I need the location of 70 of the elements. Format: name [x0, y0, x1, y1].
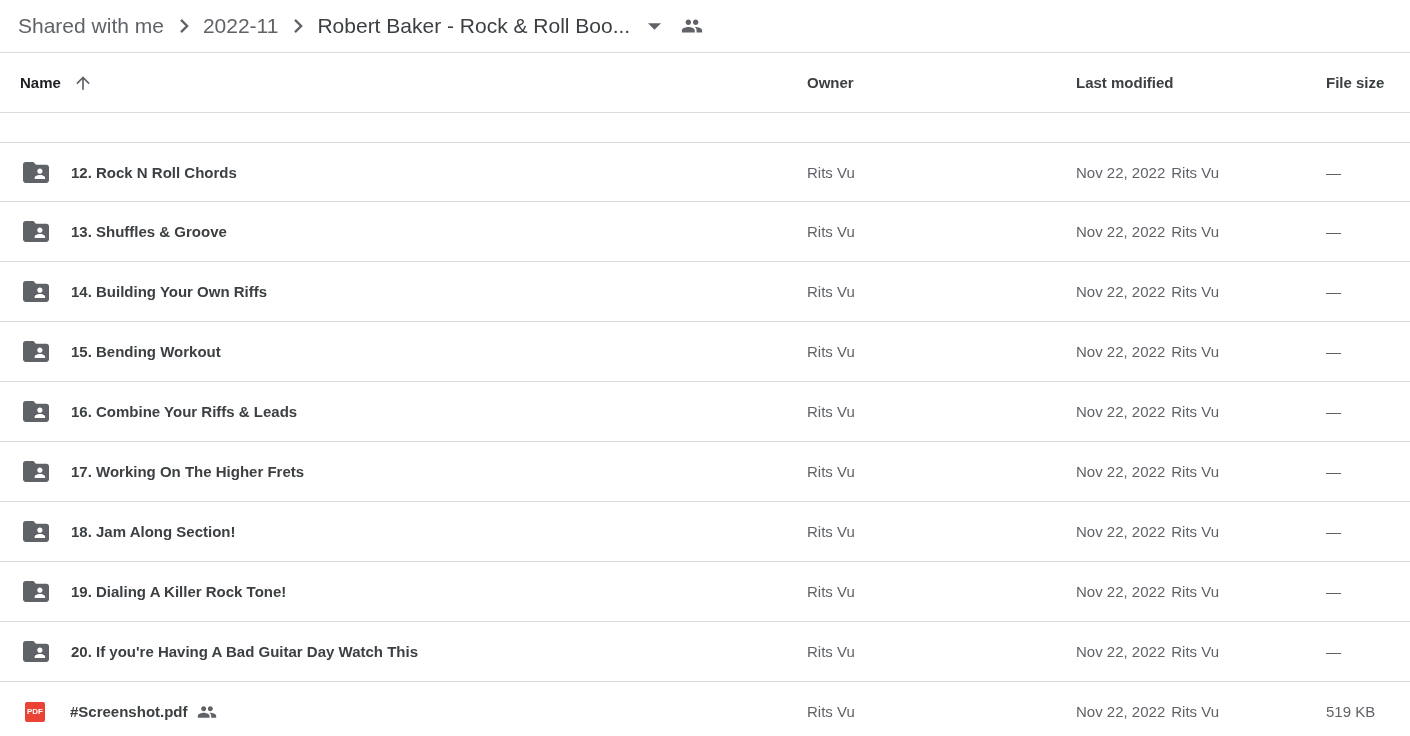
- modified-date: Nov 22, 2022: [1076, 523, 1166, 540]
- modified-date: Nov 22, 2022: [1076, 403, 1166, 420]
- modified-by: Rits Vu: [1171, 703, 1220, 720]
- modified-date: Nov 22, 2022: [1076, 703, 1166, 720]
- file-name[interactable]: 17. Working On The Higher Frets: [71, 463, 305, 480]
- modified-date: Nov 22, 2022: [1076, 463, 1166, 480]
- file-size: —: [1326, 583, 1341, 600]
- shared-folder-icon: [23, 521, 49, 542]
- shared-folder-icon: [23, 281, 49, 302]
- modified-date: Nov 22, 2022: [1076, 283, 1166, 300]
- shared-folder-icon: [23, 401, 49, 422]
- modified-date: Nov 22, 2022: [1076, 163, 1166, 181]
- file-name[interactable]: 12. Rock N Roll Chords: [71, 163, 237, 181]
- modified-by: Rits Vu: [1171, 343, 1220, 360]
- modified-by: Rits Vu: [1171, 523, 1220, 540]
- column-header[interactable]: Name: [20, 74, 61, 91]
- owner-text: Rits Vu: [807, 583, 855, 600]
- modified-date: Nov 22, 2022: [1076, 583, 1166, 600]
- owner-text: Rits Vu: [807, 223, 855, 240]
- column-header[interactable]: Last modified: [1076, 74, 1174, 91]
- owner-text: Rits Vu: [807, 643, 855, 660]
- modified-date: Nov 22, 2022: [1076, 343, 1166, 360]
- caret-down-icon[interactable]: [648, 22, 662, 30]
- owner-text: Rits Vu: [807, 403, 855, 420]
- file-size: —: [1326, 343, 1341, 360]
- breadcrumb-item[interactable]: Shared with me: [18, 14, 164, 38]
- owner-text: Rits Vu: [807, 283, 855, 300]
- file-size: —: [1326, 643, 1341, 660]
- file-size: —: [1326, 283, 1341, 300]
- chevron-right-icon: [179, 19, 189, 33]
- modified-by: Rits Vu: [1171, 223, 1220, 240]
- file-name[interactable]: 14. Building Your Own Riffs: [71, 283, 268, 300]
- shared-folder-icon: [23, 221, 49, 242]
- owner-text: Rits Vu: [807, 463, 855, 480]
- owner-text: Rits Vu: [807, 343, 855, 360]
- modified-by: Rits Vu: [1171, 403, 1220, 420]
- file-size: —: [1326, 223, 1341, 240]
- column-header[interactable]: File size: [1326, 74, 1385, 91]
- modified-by: Rits Vu: [1171, 283, 1220, 300]
- file-name[interactable]: 13. Shuffles & Groove: [71, 223, 227, 240]
- file-size: 519 KB: [1326, 703, 1376, 720]
- modified-by: Rits Vu: [1171, 163, 1220, 181]
- modified-by: Rits Vu: [1171, 583, 1220, 600]
- file-name[interactable]: 20. If you're Having A Bad Guitar Day Watch This: [71, 643, 418, 660]
- pdf-icon: PDF: [25, 701, 45, 722]
- owner-text: Rits Vu: [807, 523, 855, 540]
- modified-by: Rits Vu: [1171, 463, 1220, 480]
- file-name[interactable]: 16. Combine Your Riffs & Leads: [71, 403, 298, 420]
- file-size: —: [1326, 163, 1341, 181]
- column-header[interactable]: Owner: [807, 74, 854, 91]
- modified-date: Nov 22, 2022: [1076, 643, 1166, 660]
- file-name[interactable]: #Screenshot.pdf: [70, 703, 188, 720]
- shared-folder-icon: [23, 341, 49, 362]
- shared-folder-icon: [23, 461, 49, 482]
- owner-text: Rits Vu: [807, 163, 855, 181]
- owner-text: Rits Vu: [807, 703, 855, 720]
- breadcrumb-item[interactable]: 2022-11: [202, 14, 279, 38]
- breadcrumb-item[interactable]: Robert Baker - Rock & Roll Boo...: [317, 14, 631, 38]
- modified-date: Nov 22, 2022: [1076, 223, 1166, 240]
- file-name[interactable]: 18. Jam Along Section!: [71, 523, 236, 540]
- file-size: —: [1326, 523, 1341, 540]
- file-name[interactable]: 19. Dialing A Killer Rock Tone!: [71, 583, 287, 600]
- shared-folder-icon: [23, 161, 49, 183]
- shared-folder-icon: [23, 581, 49, 602]
- modified-by: Rits Vu: [1171, 643, 1220, 660]
- chevron-right-icon: [294, 19, 304, 33]
- file-name[interactable]: 15. Bending Workout: [71, 343, 221, 360]
- file-size: —: [1326, 403, 1341, 420]
- shared-folder-icon: [23, 641, 49, 662]
- file-size: —: [1326, 463, 1341, 480]
